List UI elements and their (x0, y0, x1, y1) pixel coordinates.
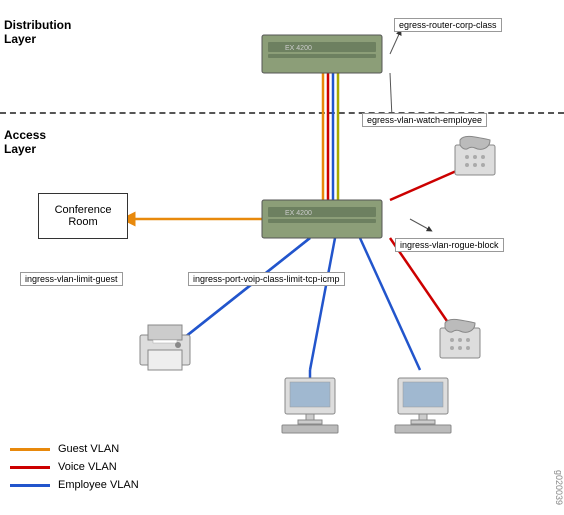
svg-text:EX 4200: EX 4200 (285, 210, 312, 217)
employee-vlan-label: Employee VLAN (58, 479, 139, 491)
watermark: g020039 (554, 470, 564, 505)
distribution-layer-label: Distribution Layer (4, 18, 71, 46)
guest-vlan-label: Guest VLAN (58, 443, 119, 455)
svg-text:EX 4200: EX 4200 (285, 45, 312, 52)
access-layer-label: Access Layer (4, 128, 46, 156)
legend-voice: Voice VLAN (10, 461, 139, 473)
voice-vlan-label: Voice VLAN (58, 461, 117, 473)
employee-vlan-line (10, 484, 50, 487)
voice-vlan-line (10, 466, 50, 469)
legend-employee: Employee VLAN (10, 479, 139, 491)
diagram-container: Distribution Layer Access Layer (0, 0, 564, 515)
ingress-port-voip-label: ingress-port-voip-class-limit-tcp-icmp (188, 272, 345, 286)
egress-vlan-label: egress-vlan-watch-employee (362, 113, 487, 127)
egress-router-label: egress-router-corp-class (394, 18, 502, 32)
guest-vlan-line (10, 448, 50, 451)
ingress-limit-guest-label: ingress-vlan-limit-guest (20, 272, 123, 286)
conference-room-box: ConferenceRoom (38, 193, 128, 239)
legend-guest: Guest VLAN (10, 443, 139, 455)
diagram-svg: EX 4200 EX 4200 (0, 0, 564, 515)
legend: Guest VLAN Voice VLAN Employee VLAN (10, 443, 139, 497)
ingress-rogue-label: ingress-vlan-rogue-block (395, 238, 504, 252)
